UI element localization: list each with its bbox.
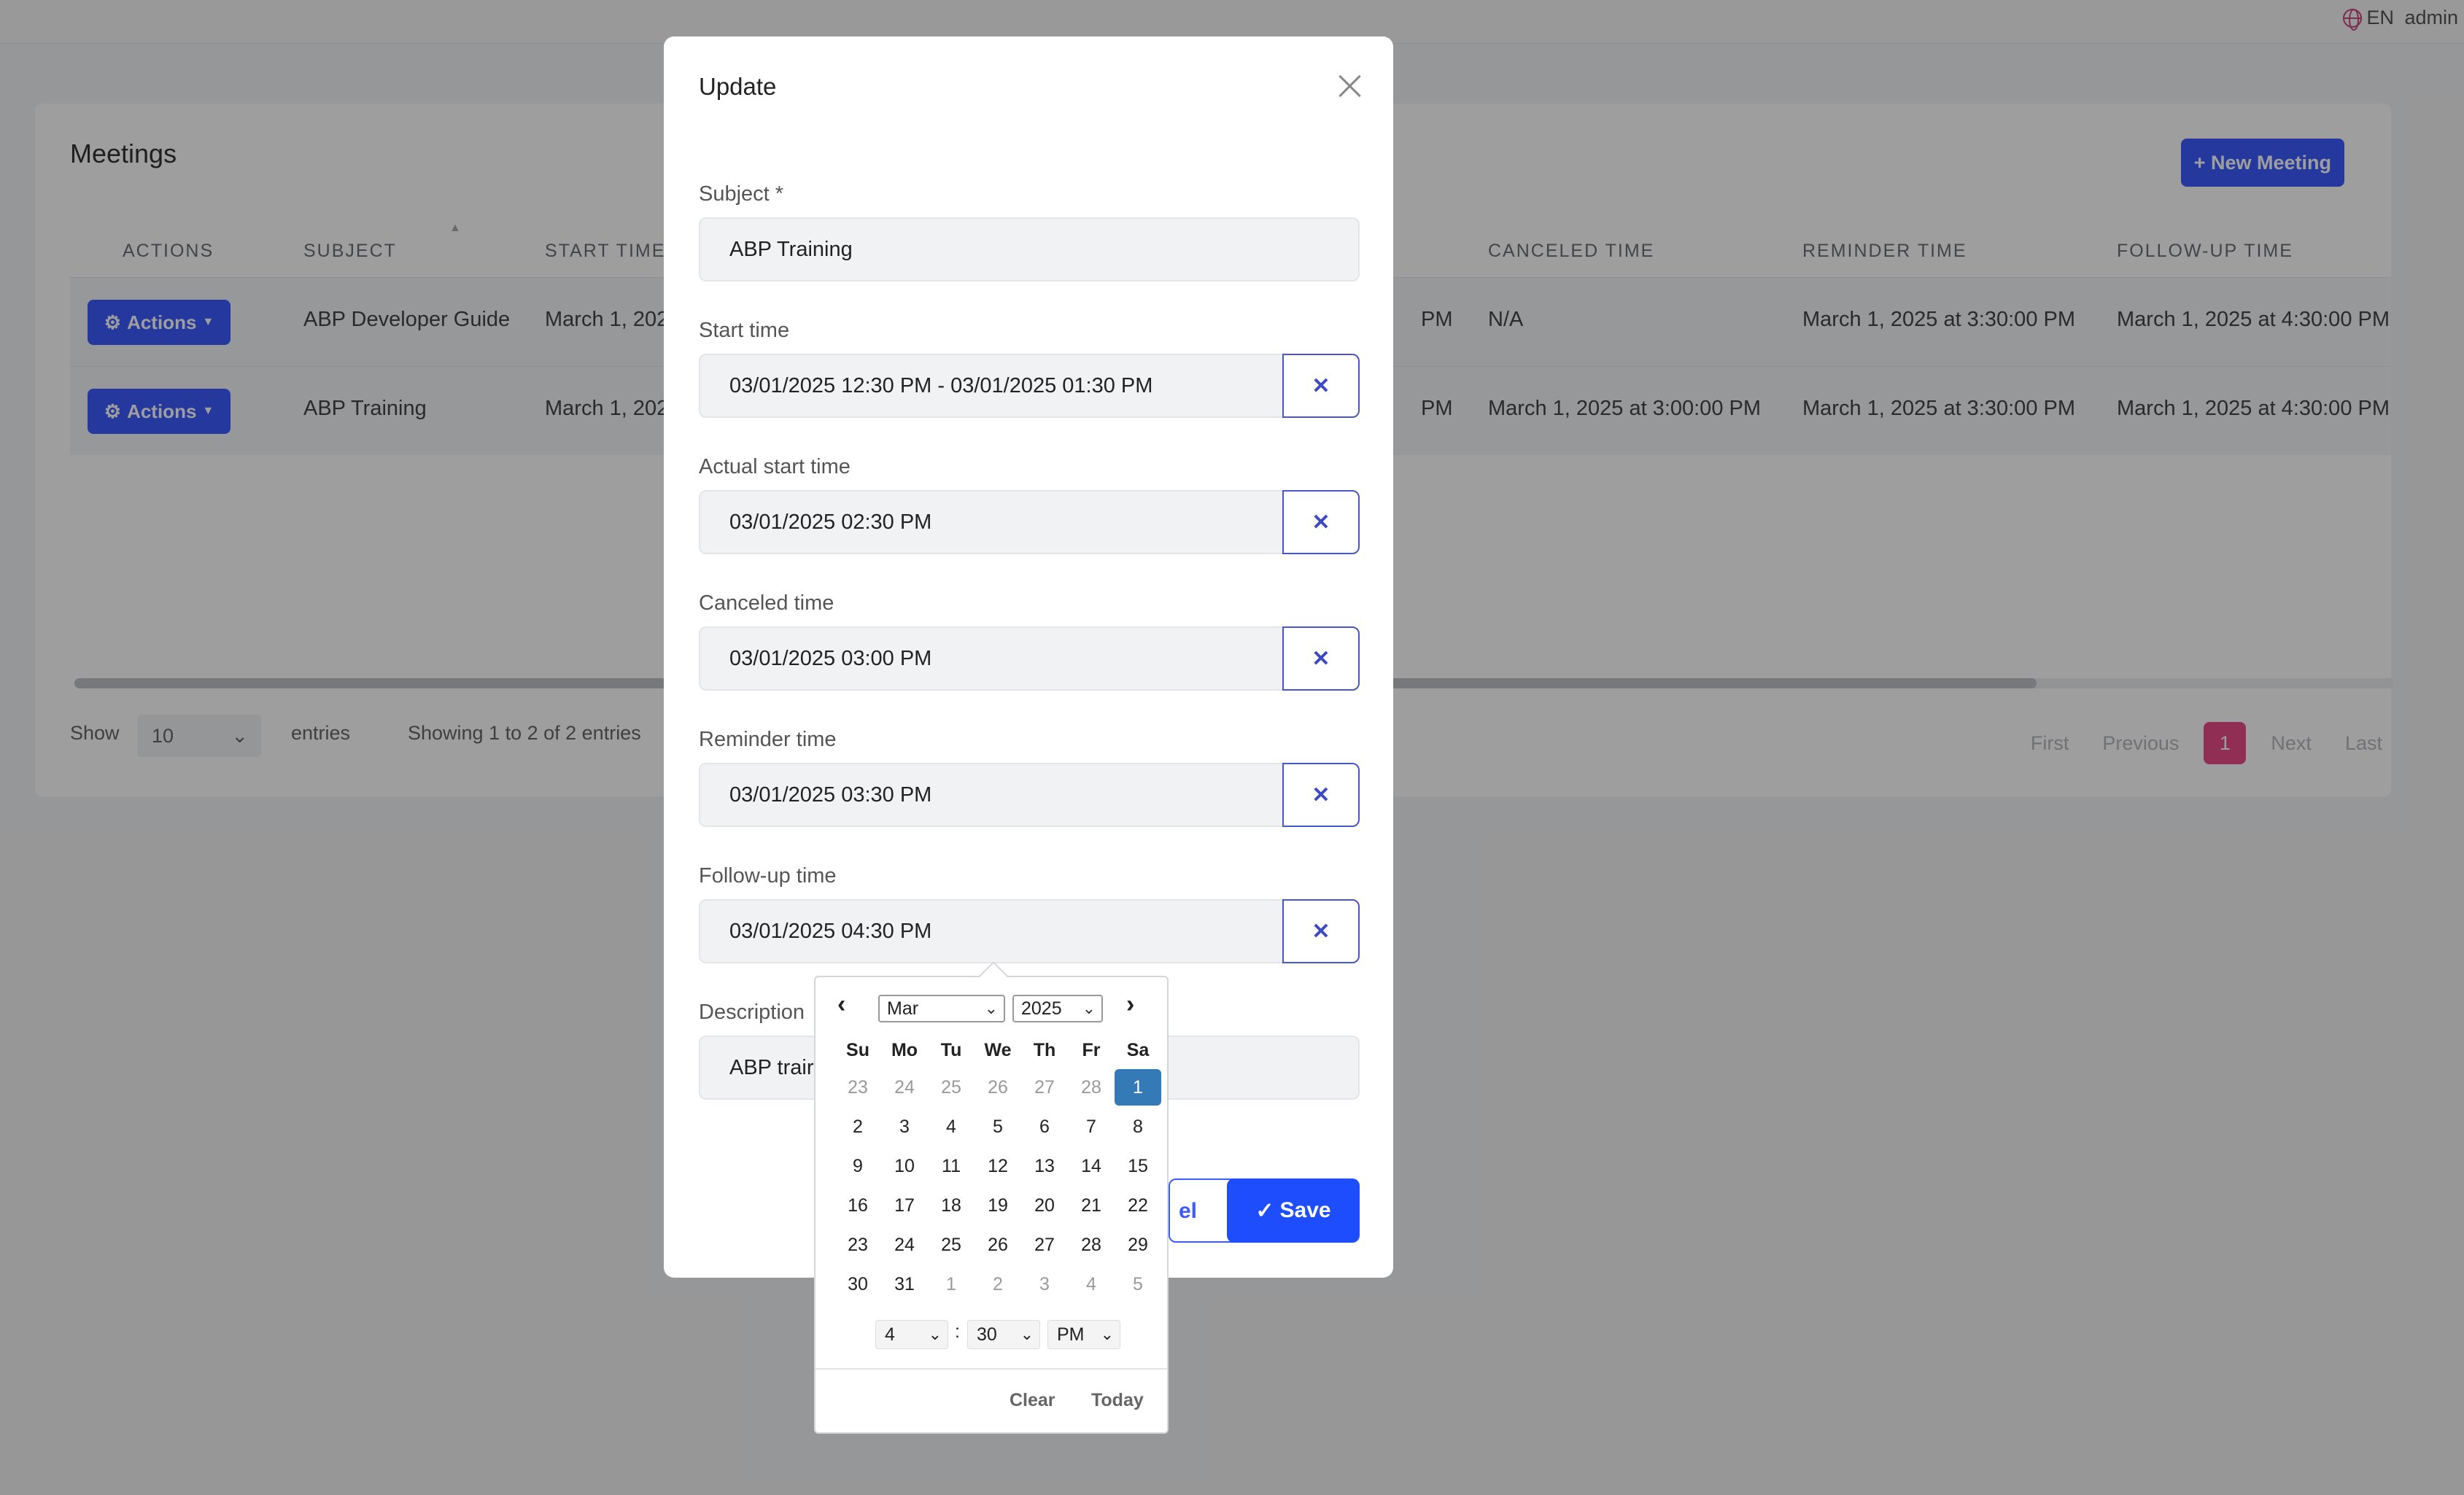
datetime-picker: ‹ Mar ⌄ 2025 ⌄ › Su Mo Tu We Th Fr Sa 23… bbox=[814, 961, 1169, 1434]
calendar-day[interactable]: 24 bbox=[881, 1069, 928, 1106]
calendar-day[interactable]: 7 bbox=[1068, 1108, 1115, 1145]
calendar-day[interactable]: 4 bbox=[1068, 1266, 1115, 1302]
year-select[interactable]: 2025 ⌄ bbox=[1012, 995, 1103, 1022]
calendar-day[interactable]: 14 bbox=[1068, 1148, 1115, 1184]
calendar-day[interactable]: 21 bbox=[1068, 1187, 1115, 1224]
weekday-label: Fr bbox=[1082, 1040, 1101, 1060]
start-time-clear-button[interactable]: ✕ bbox=[1282, 354, 1360, 418]
start-time-input[interactable]: 03/01/2025 12:30 PM - 03/01/2025 01:30 P… bbox=[699, 354, 1285, 418]
canceled-time-clear-button[interactable]: ✕ bbox=[1282, 626, 1360, 691]
month-select[interactable]: Mar ⌄ bbox=[878, 995, 1005, 1022]
weekday-label: We bbox=[984, 1040, 1012, 1060]
calendar-day-selected[interactable]: 1 bbox=[1115, 1069, 1161, 1106]
calendar-day[interactable]: 26 bbox=[975, 1227, 1021, 1263]
calendar-day[interactable]: 26 bbox=[975, 1069, 1021, 1106]
calendar-day[interactable]: 6 bbox=[1021, 1108, 1068, 1145]
time-separator: : bbox=[955, 1321, 960, 1342]
calendar-day[interactable]: 2 bbox=[834, 1108, 881, 1145]
calendar-day[interactable]: 2 bbox=[975, 1266, 1021, 1302]
weekday-label: Su bbox=[846, 1040, 869, 1060]
calendar-week: 23 24 25 26 27 28 1 bbox=[834, 1068, 1163, 1107]
calendar-week: 2 3 4 5 6 7 8 bbox=[834, 1107, 1163, 1146]
actual-start-time-clear-button[interactable]: ✕ bbox=[1282, 490, 1360, 554]
followup-time-clear-button[interactable]: ✕ bbox=[1282, 899, 1360, 963]
canceled-time-label: Canceled time bbox=[699, 591, 834, 615]
calendar-day[interactable]: 28 bbox=[1068, 1069, 1115, 1106]
start-time-label: Start time bbox=[699, 319, 790, 342]
followup-time-label: Follow-up time bbox=[699, 864, 837, 888]
calendar-day[interactable]: 9 bbox=[834, 1148, 881, 1184]
calendar-day[interactable]: 27 bbox=[1021, 1227, 1068, 1263]
next-month-icon[interactable]: › bbox=[1126, 990, 1134, 1019]
reminder-time-label: Reminder time bbox=[699, 728, 837, 751]
calendar-day[interactable]: 8 bbox=[1115, 1108, 1161, 1145]
calendar-day[interactable]: 25 bbox=[928, 1069, 975, 1106]
calendar-day[interactable]: 25 bbox=[928, 1227, 975, 1263]
reminder-time-clear-button[interactable]: ✕ bbox=[1282, 763, 1360, 827]
close-icon[interactable] bbox=[1335, 71, 1364, 101]
divider bbox=[815, 1368, 1167, 1370]
weekday-label: Tu bbox=[940, 1040, 962, 1060]
calendar-day[interactable]: 20 bbox=[1021, 1187, 1068, 1224]
subject-label: Subject * bbox=[699, 182, 784, 206]
calendar-day[interactable]: 19 bbox=[975, 1187, 1021, 1224]
calendar-day[interactable]: 22 bbox=[1115, 1187, 1161, 1224]
calendar-day[interactable]: 28 bbox=[1068, 1227, 1115, 1263]
calendar-week: 9 10 11 12 13 14 15 bbox=[834, 1146, 1163, 1186]
chevron-down-icon: ⌄ bbox=[928, 1325, 942, 1343]
calendar-day[interactable]: 24 bbox=[881, 1227, 928, 1263]
calendar-week: 23 24 25 26 27 28 29 bbox=[834, 1225, 1163, 1265]
hour-select[interactable]: 4 ⌄ bbox=[875, 1320, 948, 1349]
actual-start-time-label: Actual start time bbox=[699, 455, 851, 478]
calendar-day[interactable]: 18 bbox=[928, 1187, 975, 1224]
prev-month-icon[interactable]: ‹ bbox=[837, 990, 845, 1019]
weekday-header: Su Mo Tu We Th Fr Sa bbox=[834, 1033, 1163, 1068]
calendar-day[interactable]: 3 bbox=[881, 1108, 928, 1145]
calendar-day[interactable]: 10 bbox=[881, 1148, 928, 1184]
save-button[interactable]: ✓ Save bbox=[1227, 1178, 1360, 1243]
calendar-day[interactable]: 23 bbox=[834, 1227, 881, 1263]
calendar-day[interactable]: 4 bbox=[928, 1108, 975, 1145]
calendar-day[interactable]: 5 bbox=[1115, 1266, 1161, 1302]
ampm-select[interactable]: PM ⌄ bbox=[1047, 1320, 1120, 1349]
calendar-day[interactable]: 27 bbox=[1021, 1069, 1068, 1106]
calendar-day[interactable]: 1 bbox=[928, 1266, 975, 1302]
calendar-day[interactable]: 13 bbox=[1021, 1148, 1068, 1184]
weekday-label: Mo bbox=[891, 1040, 918, 1060]
modal-title: Update bbox=[699, 73, 777, 100]
weekday-label: Sa bbox=[1126, 1040, 1150, 1060]
followup-time-input[interactable]: 03/01/2025 04:30 PM bbox=[699, 899, 1285, 963]
calendar-day[interactable]: 30 bbox=[834, 1266, 881, 1302]
subject-input[interactable]: ABP Training bbox=[699, 217, 1360, 281]
today-button[interactable]: Today bbox=[1091, 1390, 1144, 1411]
chevron-down-icon: ⌄ bbox=[1082, 999, 1096, 1017]
calendar-day[interactable]: 5 bbox=[975, 1108, 1021, 1145]
minute-select[interactable]: 30 ⌄ bbox=[967, 1320, 1040, 1349]
canceled-time-input[interactable]: 03/01/2025 03:00 PM bbox=[699, 626, 1285, 691]
calendar-day[interactable]: 29 bbox=[1115, 1227, 1161, 1263]
chevron-down-icon: ⌄ bbox=[1100, 1325, 1114, 1343]
calendar-day[interactable]: 17 bbox=[881, 1187, 928, 1224]
calendar-week: 16 17 18 19 20 21 22 bbox=[834, 1186, 1163, 1225]
check-icon: ✓ bbox=[1255, 1198, 1274, 1223]
calendar-day[interactable]: 12 bbox=[975, 1148, 1021, 1184]
chevron-down-icon: ⌄ bbox=[1020, 1325, 1034, 1343]
calendar-week: 30 31 1 2 3 4 5 bbox=[834, 1265, 1163, 1304]
actual-start-time-input[interactable]: 03/01/2025 02:30 PM bbox=[699, 490, 1285, 554]
clear-button[interactable]: Clear bbox=[1010, 1390, 1055, 1411]
calendar-day[interactable]: 3 bbox=[1021, 1266, 1068, 1302]
chevron-down-icon: ⌄ bbox=[984, 999, 998, 1017]
calendar-day[interactable]: 23 bbox=[834, 1069, 881, 1106]
calendar-day[interactable]: 16 bbox=[834, 1187, 881, 1224]
calendar-grid: Su Mo Tu We Th Fr Sa 23 24 25 26 27 28 1… bbox=[834, 1033, 1163, 1304]
calendar-day[interactable]: 11 bbox=[928, 1148, 975, 1184]
calendar-day[interactable]: 31 bbox=[881, 1266, 928, 1302]
reminder-time-input[interactable]: 03/01/2025 03:30 PM bbox=[699, 763, 1285, 827]
weekday-label: Th bbox=[1033, 1040, 1056, 1060]
description-label: Description bbox=[699, 1001, 805, 1024]
calendar-day[interactable]: 15 bbox=[1115, 1148, 1161, 1184]
